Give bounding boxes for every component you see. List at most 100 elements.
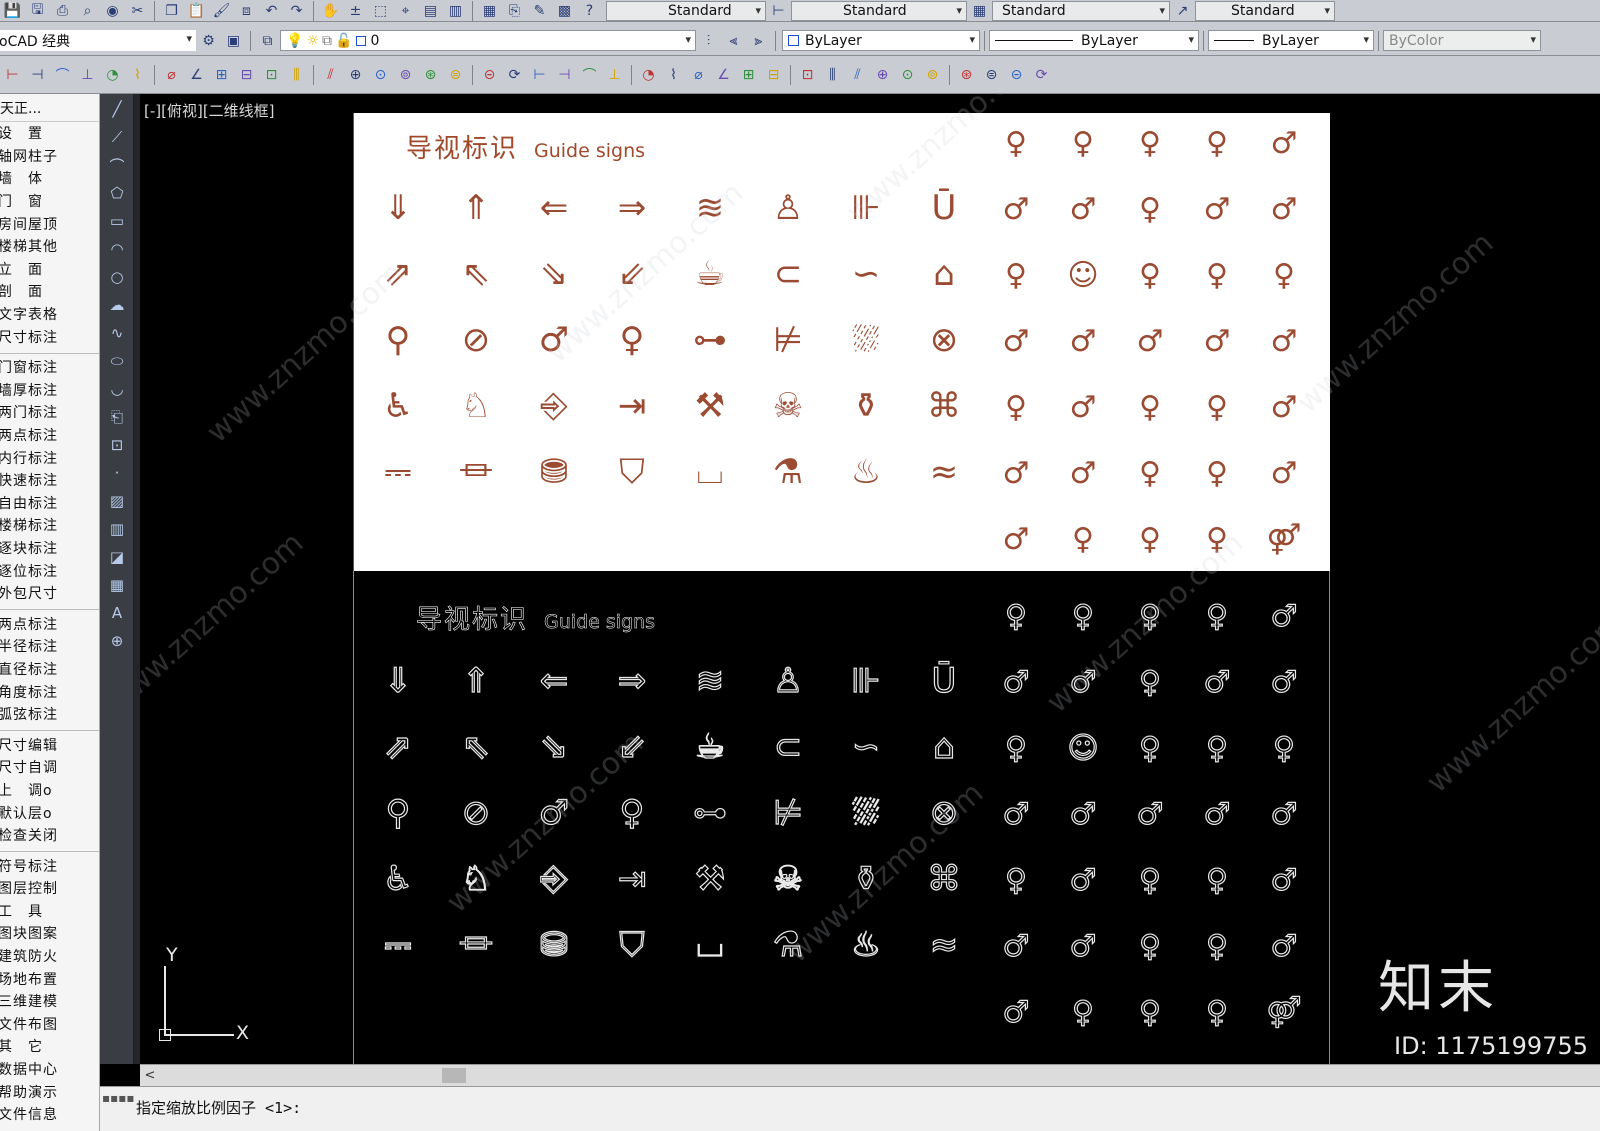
table-style-select[interactable]: Standard ▾ — [992, 0, 1170, 21]
tolerance-icon[interactable]: ⊕ — [345, 66, 366, 84]
line-icon[interactable]: ╱ — [104, 96, 130, 122]
palette-item[interactable]: 其 它 — [0, 1035, 99, 1058]
palette-item[interactable]: 自由标注 — [0, 492, 99, 515]
tool-palettes-icon[interactable]: ▦ — [479, 2, 500, 20]
plot-style-select[interactable]: ByColor ▾ — [1383, 30, 1541, 51]
print-icon[interactable]: ⎙ — [52, 2, 73, 20]
center-mark-icon[interactable]: ⊙ — [370, 66, 391, 84]
gradient-icon[interactable]: ▥ — [104, 516, 130, 542]
properties-icon[interactable]: ▤ — [420, 2, 441, 20]
dim-jogged-icon[interactable]: ⌇ — [127, 66, 148, 84]
origin-icon[interactable]: ⊙ — [897, 66, 918, 84]
named-view-icon[interactable]: ⊡ — [797, 66, 818, 84]
markup-icon[interactable]: ✎ — [529, 2, 550, 20]
palette-item[interactable]: 楼梯标注 — [0, 514, 99, 537]
camera-icon[interactable]: ⌀ — [688, 66, 709, 84]
insert-block-icon[interactable]: ⎗ — [104, 404, 130, 430]
palette-item[interactable]: 角度标注 — [0, 680, 99, 703]
quickcalc-icon[interactable]: ▩ — [554, 2, 575, 20]
publish-icon[interactable]: ◉ — [102, 2, 123, 20]
palette-item[interactable]: 上 调o — [0, 779, 99, 802]
palette-item[interactable]: 数据中心 — [0, 1058, 99, 1081]
layer-select[interactable]: 💡 ☼ ⧉ 🔓 0 ▾ — [280, 30, 696, 51]
layer-previous-icon[interactable]: ⫷ — [723, 32, 744, 50]
palette-item[interactable]: 立 面 — [0, 258, 99, 281]
palette-item[interactable]: 门 窗 — [0, 190, 99, 213]
palette-item[interactable]: 图层控制 — [0, 877, 99, 900]
point-icon[interactable]: · — [104, 460, 130, 486]
palette-item[interactable]: 墙 体 — [0, 167, 99, 190]
design-center-icon[interactable]: ▥ — [445, 2, 466, 20]
palette-item[interactable]: 三维建模 — [0, 990, 99, 1013]
dim-angular-icon[interactable]: ∠ — [186, 66, 207, 84]
palette-item[interactable]: 直径标注 — [0, 658, 99, 681]
grip-icon[interactable]: ▪▪▪▪ — [102, 1091, 135, 1105]
layer-properties-icon[interactable]: ⧉ — [257, 32, 278, 50]
palette-item[interactable]: 设 置 — [0, 122, 99, 145]
layer-state-icon[interactable]: ⊣ — [554, 66, 575, 84]
palette-item[interactable]: 门窗标注 — [0, 356, 99, 379]
scroll-thumb[interactable] — [442, 1068, 466, 1083]
layer-states-icon[interactable]: ⫸ — [748, 32, 769, 50]
layer-icon[interactable]: ⊢ — [529, 66, 550, 84]
material-icon[interactable]: ⌇ — [663, 66, 684, 84]
dim-aligned-icon[interactable]: ⊣ — [27, 66, 48, 84]
walk-icon[interactable]: ∠ — [713, 66, 734, 84]
palette-item[interactable]: 图块图案 — [0, 922, 99, 945]
palette-item[interactable]: 逐位标注 — [0, 559, 99, 582]
table-icon[interactable]: ▦ — [104, 572, 130, 598]
palette-item[interactable]: 文字表格 — [0, 303, 99, 326]
palette-item[interactable]: 文件布图 — [0, 1013, 99, 1036]
y-axis-icon[interactable]: ⊛ — [956, 66, 977, 84]
dim-space-icon[interactable]: ⫼ — [286, 66, 307, 84]
zoom-window-icon[interactable]: ⬚ — [370, 2, 391, 20]
cut-icon[interactable]: ✂ — [127, 2, 148, 20]
light-icon[interactable]: ⌒ — [579, 66, 600, 84]
jogged-linear-icon[interactable]: ⊛ — [420, 66, 441, 84]
viewport-controls[interactable]: [-][俯视][二维线框] — [144, 100, 275, 121]
ellipse-arc-icon[interactable]: ◡ — [104, 376, 130, 402]
palette-header[interactable]: 天正... — [0, 94, 99, 122]
continue-icon[interactable]: ⊡ — [261, 66, 282, 84]
inspection-icon[interactable]: ⊚ — [395, 66, 416, 84]
world-ucs-icon[interactable]: ⊕ — [872, 66, 893, 84]
palette-item[interactable]: 弧弦标注 — [0, 703, 99, 726]
palette-item[interactable]: 墙厚标注 — [0, 379, 99, 402]
dim-text-edit-icon[interactable]: ⊝ — [479, 66, 500, 84]
rectangle-icon[interactable]: ▭ — [104, 208, 130, 234]
block-editor-icon[interactable]: ⧈ — [236, 2, 257, 20]
fly-icon[interactable]: ⊞ — [738, 66, 759, 84]
viewport-icon[interactable]: ⫼ — [822, 66, 843, 84]
view-icon[interactable]: ⊟ — [763, 66, 784, 84]
palette-item[interactable]: 尺寸标注 — [0, 325, 99, 348]
palette-item[interactable]: 建筑防火 — [0, 945, 99, 968]
polygon-icon[interactable]: ⬠ — [104, 180, 130, 206]
palette-item[interactable]: 外包尺寸 — [0, 582, 99, 605]
palette-item[interactable]: 两点标注 — [0, 424, 99, 447]
z-axis-icon[interactable]: ⊜ — [981, 66, 1002, 84]
render-icon[interactable]: ◔ — [638, 66, 659, 84]
workspace-settings-icon[interactable]: ▣ — [223, 32, 244, 50]
undo-icon[interactable]: ↶ — [261, 2, 282, 20]
paste-icon[interactable]: 📋 — [186, 2, 207, 20]
add-selected-icon[interactable]: ⊕ — [104, 628, 130, 654]
palette-item[interactable]: 两门标注 — [0, 401, 99, 424]
ellipse-icon[interactable]: ⬭ — [104, 348, 130, 374]
palette-item[interactable]: 逐块标注 — [0, 537, 99, 560]
region-icon[interactable]: ◪ — [104, 544, 130, 570]
command-line[interactable]: ▪▪▪▪ 指定缩放比例因子 <1>: — [100, 1086, 1600, 1131]
save-as-icon[interactable]: 🖫 — [27, 2, 48, 20]
dim-update-icon[interactable]: ⟳ — [504, 66, 525, 84]
zoom-previous-icon[interactable]: ⌖ — [395, 2, 416, 20]
apply-icon[interactable]: ⟳ — [1031, 66, 1052, 84]
baseline-icon[interactable]: ⊟ — [236, 66, 257, 84]
quick-dim-icon[interactable]: ⊞ — [211, 66, 232, 84]
help-icon[interactable]: ? — [579, 2, 600, 20]
palette-item[interactable]: 两点标注 — [0, 612, 99, 635]
palette-item[interactable]: 半径标注 — [0, 635, 99, 658]
palette-item[interactable]: 楼梯其他 — [0, 235, 99, 258]
gear-icon[interactable]: ⚙ — [198, 32, 219, 50]
color-select[interactable]: ByLayer ▾ — [782, 30, 980, 51]
3-point-icon[interactable]: ⊝ — [1006, 66, 1027, 84]
palette-item[interactable]: 默认层o — [0, 801, 99, 824]
